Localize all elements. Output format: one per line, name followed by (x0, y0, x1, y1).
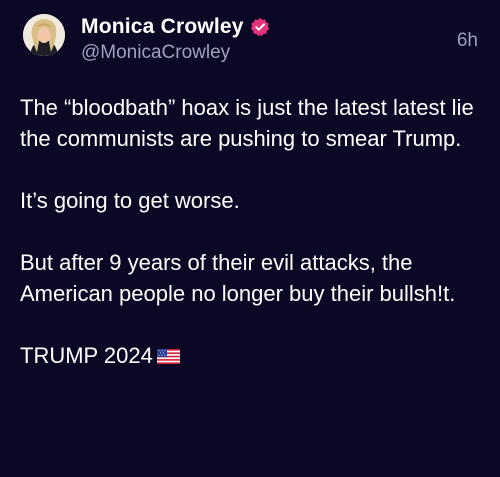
post-paragraph: It’s going to get worse. (20, 188, 240, 213)
us-flag-emoji-icon (156, 349, 180, 364)
avatar[interactable] (23, 14, 65, 56)
post-paragraph: The “bloodbath” hoax is just the latest … (20, 95, 474, 151)
avatar-image (23, 14, 65, 56)
verified-badge-icon (250, 17, 269, 37)
post-card: Monica Crowley @MonicaCrowley 6h The “bl… (0, 0, 500, 477)
post-final-line: TRUMP 2024 (20, 340, 485, 371)
author-name[interactable]: Monica Crowley (81, 14, 244, 40)
post-paragraph: But after 9 years of their evil attacks,… (20, 250, 456, 306)
post-body: The “bloodbath” hoax is just the latest … (20, 92, 485, 371)
author-handle[interactable]: @MonicaCrowley (81, 41, 230, 65)
author-name-row: Monica Crowley (81, 14, 270, 40)
post-timestamp[interactable]: 6h (457, 29, 478, 53)
post-final-text: TRUMP 2024 (20, 343, 153, 368)
